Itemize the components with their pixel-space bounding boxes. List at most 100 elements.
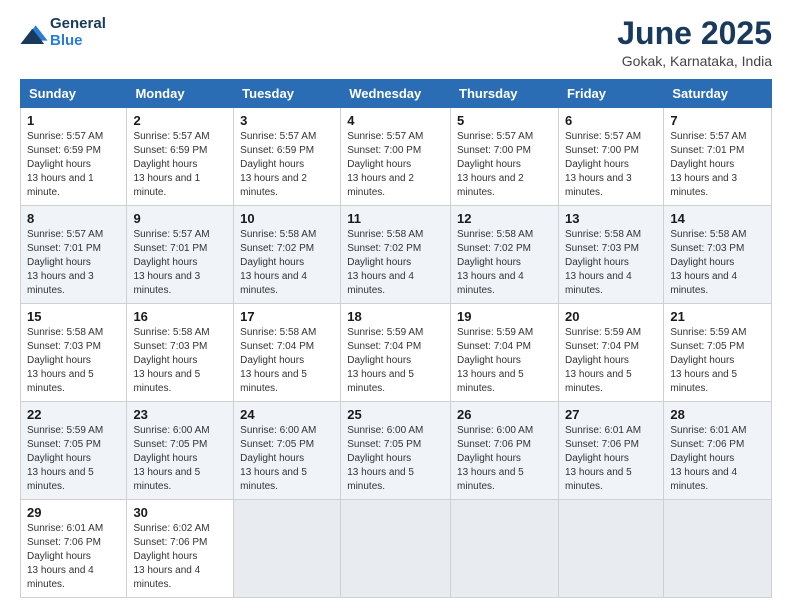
day-info: Sunrise: 6:01 AMSunset: 7:06 PMDaylight … <box>27 522 120 592</box>
calendar-cell: 6 Sunrise: 5:57 AMSunset: 7:00 PMDaylight… <box>558 108 663 206</box>
day-info: Sunrise: 6:00 AMSunset: 7:05 PMDaylight … <box>133 424 227 494</box>
day-number: 5 <box>457 113 552 128</box>
day-info: Sunrise: 6:00 AMSunset: 7:05 PMDaylight … <box>240 424 334 494</box>
calendar-cell: 7 Sunrise: 5:57 AMSunset: 7:01 PMDaylight… <box>664 108 772 206</box>
calendar-cell: 11 Sunrise: 5:58 AMSunset: 7:02 PMDayligh… <box>341 206 451 304</box>
calendar-cell: 15 Sunrise: 5:58 AMSunset: 7:03 PMDayligh… <box>21 304 127 402</box>
day-number: 30 <box>133 505 227 520</box>
calendar-cell: 27 Sunrise: 6:01 AMSunset: 7:06 PMDayligh… <box>558 402 663 500</box>
weekday-header-sunday: Sunday <box>21 80 127 108</box>
day-number: 23 <box>133 407 227 422</box>
day-info: Sunrise: 5:58 AMSunset: 7:02 PMDaylight … <box>240 228 334 298</box>
day-number: 22 <box>27 407 120 422</box>
day-info: Sunrise: 5:57 AMSunset: 7:01 PMDaylight … <box>670 130 765 200</box>
calendar-cell: 3Sunrise: 5:57 AMSunset: 6:59 PMDaylight… <box>234 108 341 206</box>
calendar-cell: 24 Sunrise: 6:00 AMSunset: 7:05 PMDayligh… <box>234 402 341 500</box>
day-number: 21 <box>670 309 765 324</box>
day-info: Sunrise: 6:00 AMSunset: 7:06 PMDaylight … <box>457 424 552 494</box>
day-info: Sunrise: 6:00 AMSunset: 7:05 PMDaylight … <box>347 424 444 494</box>
day-info: Sunrise: 5:59 AMSunset: 7:04 PMDaylight … <box>457 326 552 396</box>
logo-icon <box>20 22 48 44</box>
day-number: 7 <box>670 113 765 128</box>
calendar-cell: 16 Sunrise: 5:58 AMSunset: 7:03 PMDayligh… <box>127 304 234 402</box>
day-info: Sunrise: 5:57 AMSunset: 7:01 PMDaylight … <box>27 228 120 298</box>
day-number: 12 <box>457 211 552 226</box>
day-info: Sunrise: 5:57 AMSunset: 7:00 PMDaylight … <box>457 130 552 200</box>
day-info: Sunrise: 6:02 AMSunset: 7:06 PMDaylight … <box>133 522 227 592</box>
day-number: 17 <box>240 309 334 324</box>
title-area: June 2025 Gokak, Karnataka, India <box>617 16 772 69</box>
day-number: 20 <box>565 309 657 324</box>
calendar-cell: 30 Sunrise: 6:02 AMSunset: 7:06 PMDayligh… <box>127 500 234 598</box>
calendar-cell <box>341 500 451 598</box>
day-number: 11 <box>347 211 444 226</box>
day-number: 1 <box>27 113 120 128</box>
calendar-cell <box>664 500 772 598</box>
weekday-header-thursday: Thursday <box>451 80 559 108</box>
weekday-header-monday: Monday <box>127 80 234 108</box>
weekday-header-saturday: Saturday <box>664 80 772 108</box>
day-number: 16 <box>133 309 227 324</box>
day-info: Sunrise: 5:57 AMSunset: 6:59 PMDaylight … <box>240 130 334 200</box>
day-number: 10 <box>240 211 334 226</box>
day-number: 24 <box>240 407 334 422</box>
calendar-cell: 2 Sunrise: 5:57 AMSunset: 6:59 PMDaylight… <box>127 108 234 206</box>
weekday-header-friday: Friday <box>558 80 663 108</box>
calendar-cell <box>558 500 663 598</box>
calendar-cell: 8 Sunrise: 5:57 AMSunset: 7:01 PMDaylight… <box>21 206 127 304</box>
calendar-cell: 13 Sunrise: 5:58 AMSunset: 7:03 PMDayligh… <box>558 206 663 304</box>
day-info: Sunrise: 5:58 AMSunset: 7:03 PMDaylight … <box>133 326 227 396</box>
day-info: Sunrise: 5:57 AMSunset: 7:00 PMDaylight … <box>565 130 657 200</box>
calendar-cell: 25Sunrise: 6:00 AMSunset: 7:05 PMDayligh… <box>341 402 451 500</box>
calendar-cell: 18Sunrise: 5:59 AMSunset: 7:04 PMDayligh… <box>341 304 451 402</box>
day-info: Sunrise: 5:57 AMSunset: 7:00 PMDaylight … <box>347 130 444 200</box>
logo-text-line2: Blue <box>50 33 106 50</box>
day-info: Sunrise: 5:57 AMSunset: 7:01 PMDaylight … <box>133 228 227 298</box>
day-number: 2 <box>133 113 227 128</box>
day-number: 15 <box>27 309 120 324</box>
page: General Blue June 2025 Gokak, Karnataka,… <box>0 0 792 612</box>
day-info: Sunrise: 5:58 AMSunset: 7:03 PMDaylight … <box>27 326 120 396</box>
day-number: 26 <box>457 407 552 422</box>
calendar-table: SundayMondayTuesdayWednesdayThursdayFrid… <box>20 79 772 598</box>
header: General Blue June 2025 Gokak, Karnataka,… <box>20 16 772 69</box>
weekday-header-wednesday: Wednesday <box>341 80 451 108</box>
logo-text-line1: General <box>50 16 106 33</box>
day-info: Sunrise: 5:59 AMSunset: 7:04 PMDaylight … <box>565 326 657 396</box>
day-number: 6 <box>565 113 657 128</box>
month-title: June 2025 <box>617 16 772 51</box>
calendar-cell: 9 Sunrise: 5:57 AMSunset: 7:01 PMDaylight… <box>127 206 234 304</box>
day-number: 13 <box>565 211 657 226</box>
day-number: 14 <box>670 211 765 226</box>
calendar-cell: 23 Sunrise: 6:00 AMSunset: 7:05 PMDayligh… <box>127 402 234 500</box>
day-info: Sunrise: 5:57 AMSunset: 6:59 PMDaylight … <box>27 130 120 200</box>
calendar-cell <box>234 500 341 598</box>
calendar-cell: 12 Sunrise: 5:58 AMSunset: 7:02 PMDayligh… <box>451 206 559 304</box>
location: Gokak, Karnataka, India <box>617 53 772 69</box>
calendar-cell: 19Sunrise: 5:59 AMSunset: 7:04 PMDayligh… <box>451 304 559 402</box>
calendar-cell: 22 Sunrise: 5:59 AMSunset: 7:05 PMDayligh… <box>21 402 127 500</box>
day-info: Sunrise: 5:59 AMSunset: 7:05 PMDaylight … <box>670 326 765 396</box>
day-number: 27 <box>565 407 657 422</box>
calendar-cell: 26 Sunrise: 6:00 AMSunset: 7:06 PMDayligh… <box>451 402 559 500</box>
calendar-cell: 20 Sunrise: 5:59 AMSunset: 7:04 PMDayligh… <box>558 304 663 402</box>
day-info: Sunrise: 5:58 AMSunset: 7:02 PMDaylight … <box>457 228 552 298</box>
day-number: 29 <box>27 505 120 520</box>
calendar-cell: 29 Sunrise: 6:01 AMSunset: 7:06 PMDayligh… <box>21 500 127 598</box>
day-number: 9 <box>133 211 227 226</box>
day-info: Sunrise: 5:59 AMSunset: 7:05 PMDaylight … <box>27 424 120 494</box>
weekday-header-row: SundayMondayTuesdayWednesdayThursdayFrid… <box>21 80 772 108</box>
day-number: 8 <box>27 211 120 226</box>
day-number: 28 <box>670 407 765 422</box>
calendar-cell: 5 Sunrise: 5:57 AMSunset: 7:00 PMDaylight… <box>451 108 559 206</box>
calendar-cell: 1 Sunrise: 5:57 AMSunset: 6:59 PMDaylight… <box>21 108 127 206</box>
day-info: Sunrise: 5:57 AMSunset: 6:59 PMDaylight … <box>133 130 227 200</box>
day-info: Sunrise: 5:58 AMSunset: 7:03 PMDaylight … <box>565 228 657 298</box>
logo: General Blue <box>20 16 106 49</box>
calendar-cell: 17Sunrise: 5:58 AMSunset: 7:04 PMDayligh… <box>234 304 341 402</box>
day-info: Sunrise: 5:58 AMSunset: 7:02 PMDaylight … <box>347 228 444 298</box>
calendar-cell <box>451 500 559 598</box>
calendar-cell: 10 Sunrise: 5:58 AMSunset: 7:02 PMDayligh… <box>234 206 341 304</box>
calendar-cell: 4Sunrise: 5:57 AMSunset: 7:00 PMDaylight… <box>341 108 451 206</box>
day-info: Sunrise: 6:01 AMSunset: 7:06 PMDaylight … <box>565 424 657 494</box>
